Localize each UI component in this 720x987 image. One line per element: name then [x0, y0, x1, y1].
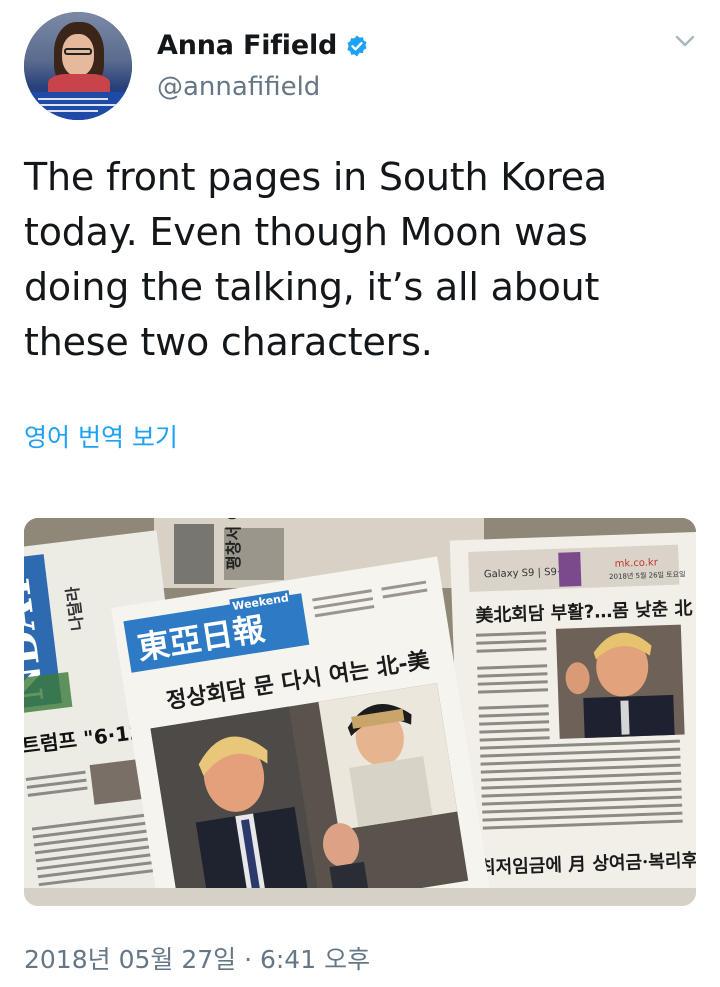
chevron-down-icon[interactable] [672, 28, 698, 54]
right-paper-site: mk.co.kr [614, 557, 658, 570]
verified-badge-icon [347, 35, 367, 56]
translate-tweet-link[interactable]: 영어 번역 보기 [24, 418, 178, 454]
avatar[interactable] [24, 12, 132, 120]
tweet-card: Anna Fifield @annafifield The front page… [0, 0, 720, 987]
tweet-photo[interactable]: 평창서 이어 NDAY 나달라 트럼프 "6·12 Galaxy S9 | S9… [24, 518, 696, 906]
user-handle[interactable]: @annafifield [157, 72, 320, 102]
newspapers-photo: 평창서 이어 NDAY 나달라 트럼프 "6·12 Galaxy S9 | S9… [24, 518, 696, 906]
author-name-row[interactable]: Anna Fifield [157, 30, 369, 61]
top-paper-fragment: 평창서 이어 [224, 518, 243, 570]
tweet-timestamp[interactable]: 2018년 05월 27일 · 6:41 오후 [24, 940, 370, 976]
tweet-text: The front pages in South Korea today. Ev… [24, 155, 607, 364]
display-name[interactable]: Anna Fifield [157, 30, 337, 61]
